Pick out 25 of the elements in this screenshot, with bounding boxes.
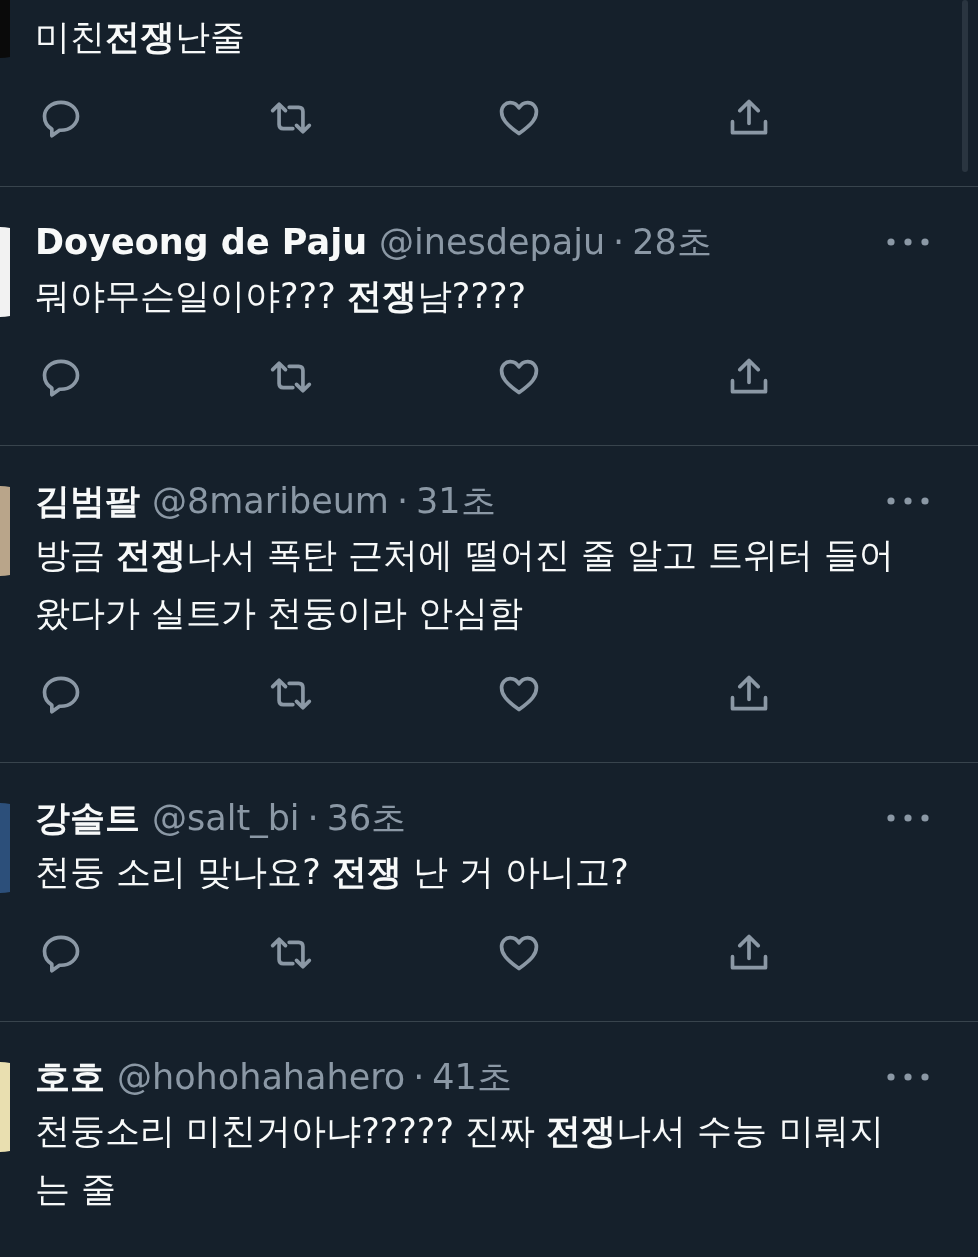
- tweet-text: 미친전쟁난줄: [35, 16, 246, 59]
- user-handle[interactable]: @inesdepaju: [379, 222, 606, 262]
- timestamp[interactable]: 31초: [416, 477, 496, 525]
- timestamp[interactable]: 36초: [326, 794, 407, 842]
- user-handle[interactable]: @hohohahahero: [117, 1057, 406, 1097]
- timestamp[interactable]: 28초: [632, 218, 712, 266]
- more-icon[interactable]: [886, 813, 930, 823]
- tweet-text: 천둥소리 미친거아냐????? 진짜 전쟁나서 수능 미뤄지는 줄: [35, 1110, 885, 1211]
- user-handle[interactable]: @salt_bi: [152, 798, 300, 838]
- separator-dot: ·: [613, 222, 625, 262]
- user-name[interactable]: 김범팔: [35, 477, 140, 525]
- separator-dot: ·: [396, 481, 409, 521]
- user-name[interactable]: Doyeong de Paju: [35, 222, 368, 262]
- timestamp[interactable]: 41초: [432, 1053, 512, 1101]
- user-name[interactable]: 강솔트: [35, 794, 140, 842]
- tweet-text: 방금 전쟁나서 폭탄 근처에 떨어진 줄 알고 트위터 들어왔다가 실트가 천둥이라 안심함: [35, 534, 896, 635]
- more-icon[interactable]: [886, 1072, 930, 1082]
- user-name[interactable]: 호호: [35, 1053, 105, 1101]
- more-icon[interactable]: [886, 237, 930, 247]
- tweet-text: 천둥 소리 맞나요? 전쟁 난 거 아니고?: [35, 851, 630, 894]
- tweet-text: 뭐야무슨일이야??? 전쟁남????: [35, 275, 528, 318]
- separator-dot: ·: [307, 798, 319, 838]
- separator-dot: ·: [413, 1057, 425, 1097]
- user-handle[interactable]: @8maribeum: [152, 481, 389, 521]
- more-icon[interactable]: [886, 496, 930, 506]
